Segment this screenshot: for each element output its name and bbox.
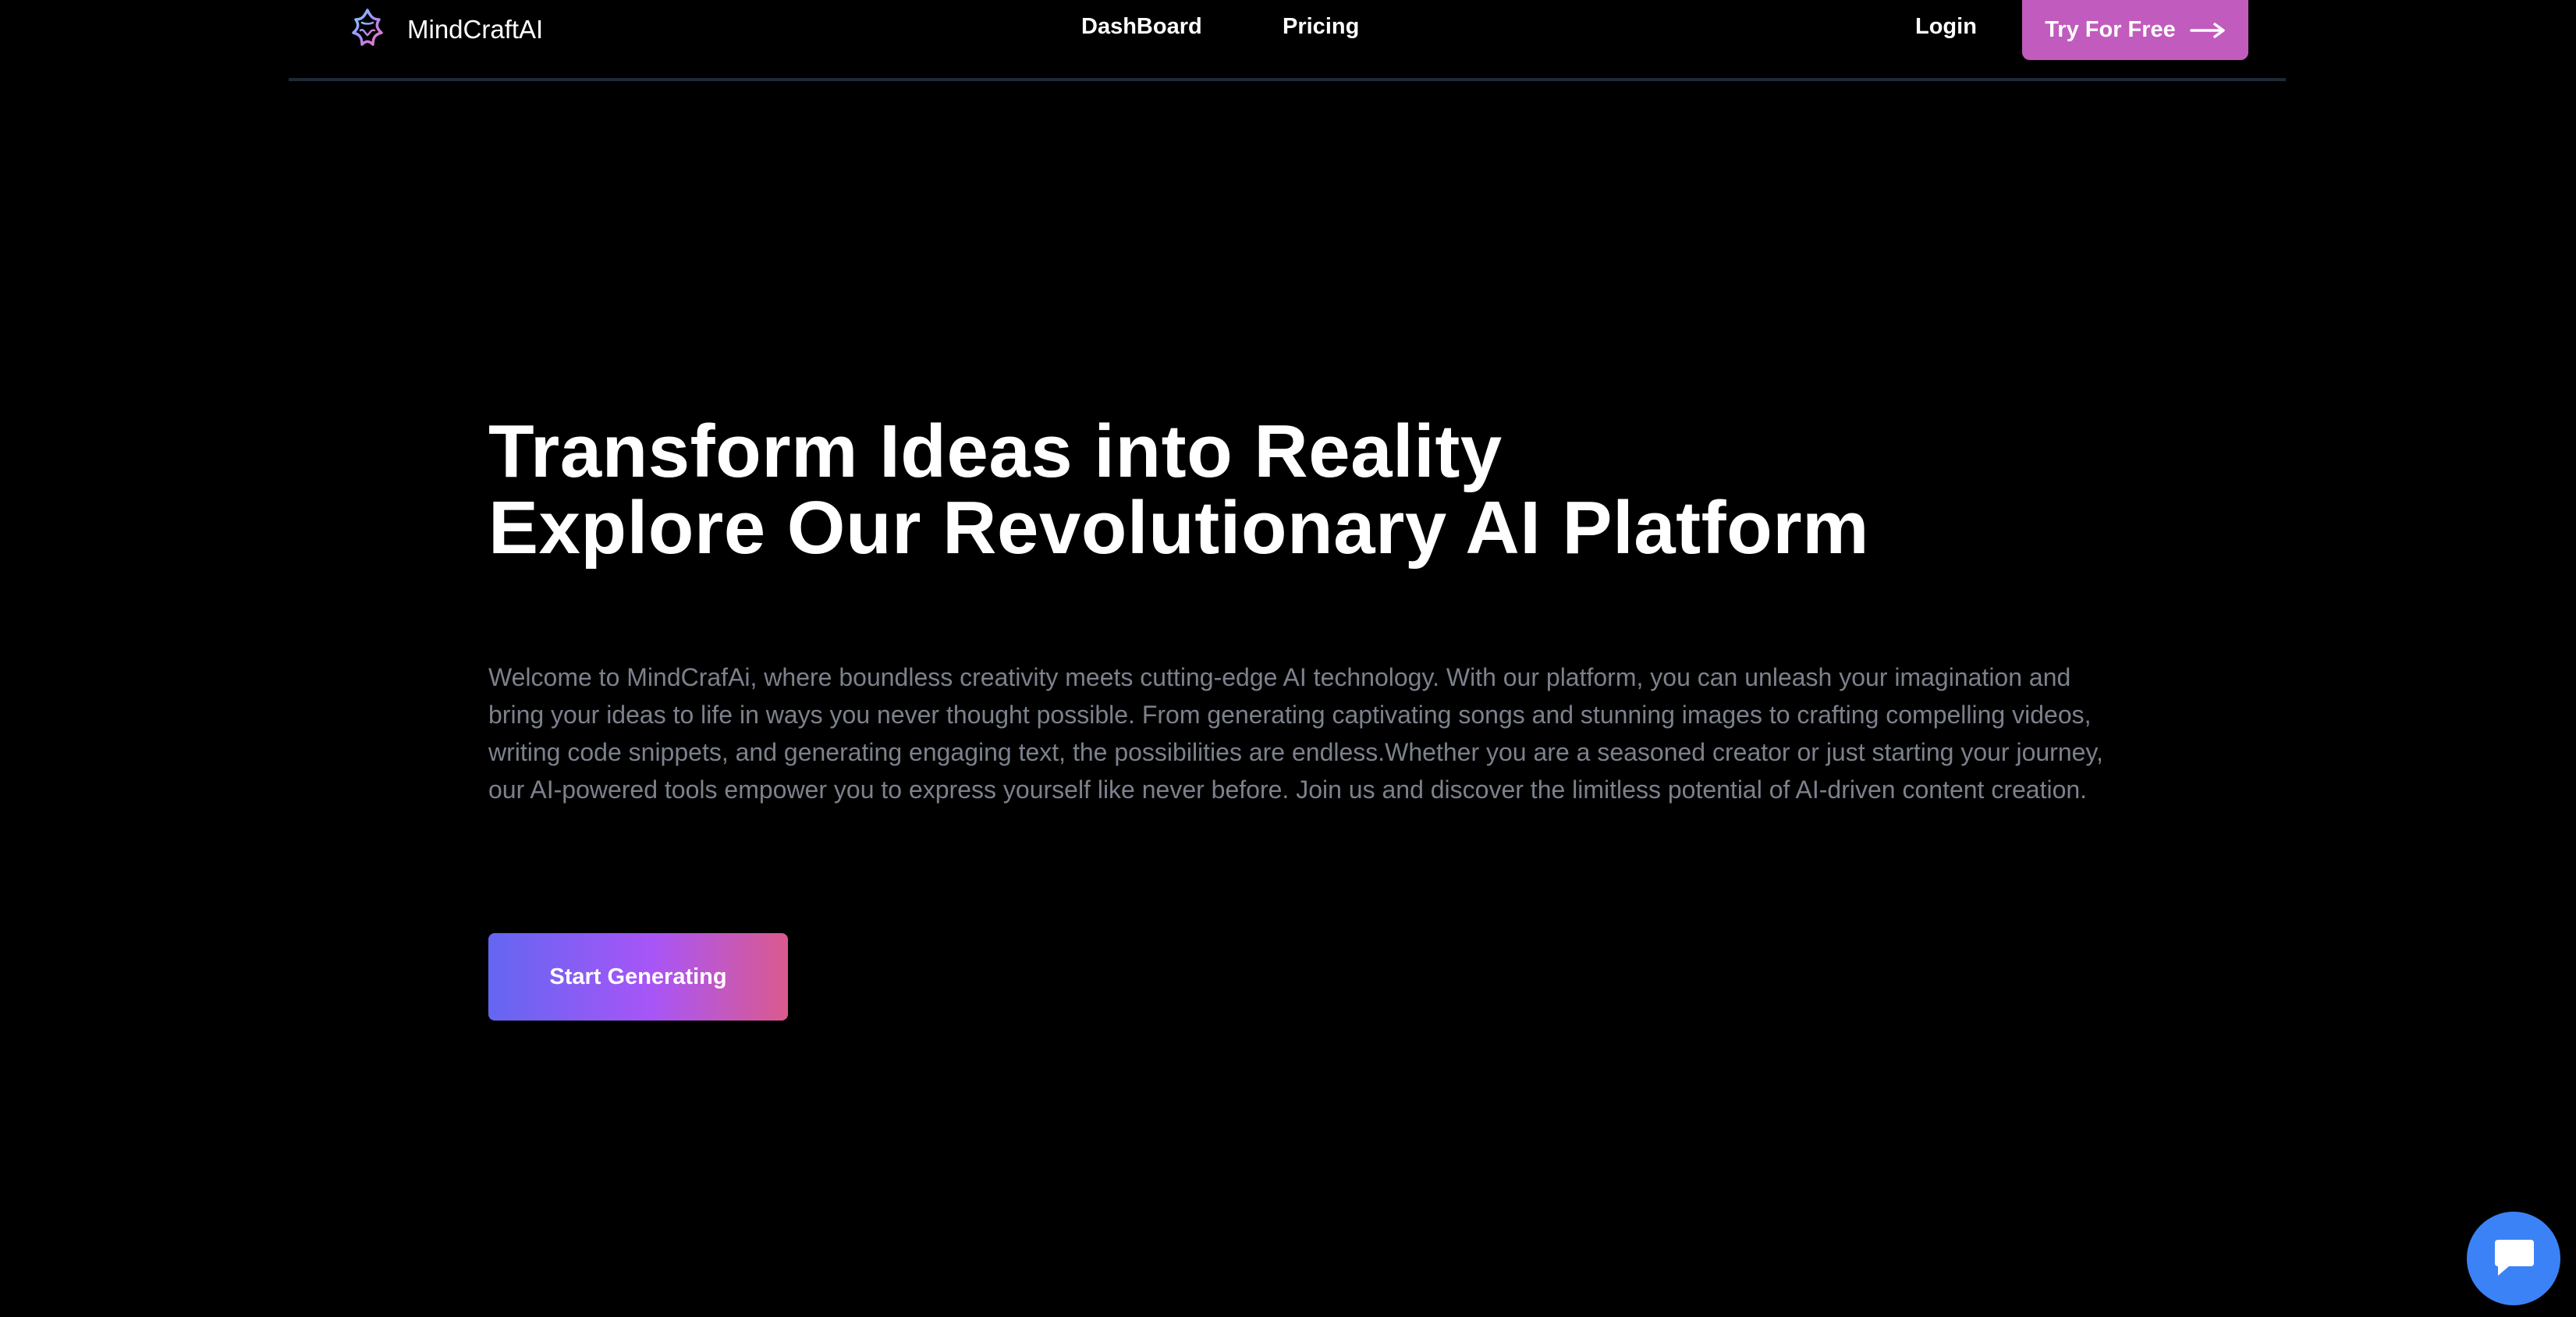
long-arrow-right-icon [2190, 22, 2225, 38]
hero-section: Transform Ideas into Reality Explore Our… [488, 414, 2142, 1021]
hero-description: Welcome to MindCrafAi, where boundless c… [488, 663, 2103, 804]
hero-title-line-1: Transform Ideas into Reality [488, 410, 1503, 493]
nav-login-link[interactable]: Login [1915, 14, 1977, 40]
start-generating-button[interactable]: Start Generating [488, 933, 788, 1021]
chat-widget-button[interactable] [2467, 1212, 2560, 1305]
landing-page: MindCraftAI DashBoard Pricing Login Try … [0, 0, 2576, 1317]
hero-title-line-2: Explore Our Revolutionary AI Platform [488, 486, 1869, 570]
nav-pricing-link[interactable]: Pricing [1283, 14, 1359, 40]
chat-bubble-icon [2495, 1240, 2534, 1276]
brand-name: MindCraftAI [407, 15, 544, 44]
try-for-free-button[interactable]: Try For Free [2022, 0, 2248, 60]
brand-logo[interactable]: MindCraftAI [345, 5, 543, 55]
start-generating-label: Start Generating [549, 964, 727, 989]
hero-title: Transform Ideas into Reality Explore Our… [488, 414, 2142, 566]
nav-dashboard-link[interactable]: DashBoard [1081, 14, 1202, 40]
try-for-free-label: Try For Free [2045, 17, 2176, 42]
star-outline-icon [352, 9, 383, 46]
top-navbar: MindCraftAI DashBoard Pricing Login Try … [289, 0, 2286, 81]
